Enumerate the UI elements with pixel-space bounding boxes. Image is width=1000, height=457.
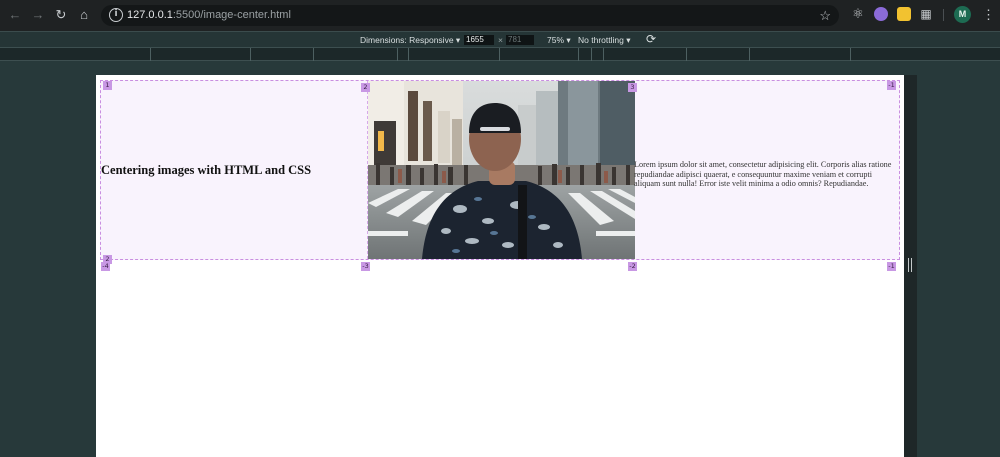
- street-photo: [368, 81, 635, 259]
- dimensions-dropdown[interactable]: Dimensions: Responsive ▾: [360, 34, 460, 46]
- dropdown-caret-icon: ▾: [626, 35, 631, 45]
- media-query-ruler[interactable]: [0, 47, 1000, 61]
- toolbar-divider: [943, 9, 944, 21]
- emulated-viewport: Centering images with HTML and CSS Lorem…: [96, 75, 904, 457]
- dropdown-caret-icon: ▾: [455, 35, 461, 45]
- ruler-tick: [603, 48, 604, 61]
- ruler-tick: [850, 48, 851, 61]
- grid-cell-text: Lorem ipsum dolor sit amet, consectetur …: [634, 81, 900, 259]
- yellow-extension-icon[interactable]: [897, 7, 911, 21]
- react-devtools-extension-icon[interactable]: ⚛: [851, 7, 865, 21]
- ruler-tick: [686, 48, 687, 61]
- dimensions-label: Dimensions: Responsive: [360, 35, 454, 45]
- address-bar[interactable]: i 127.0.0.1:5500/image-center.html ☆: [101, 5, 839, 26]
- site-info-icon[interactable]: i: [109, 8, 123, 22]
- grid-line-label: -1: [887, 81, 896, 90]
- grid-line-label: 3: [628, 83, 637, 92]
- reload-icon[interactable]: ↻: [52, 6, 70, 24]
- grid-line-label: -2: [628, 262, 637, 271]
- ruler-tick: [397, 48, 398, 61]
- home-icon[interactable]: ⌂: [75, 6, 93, 24]
- url-path: :5500/image-center.html: [172, 9, 291, 21]
- grid-cell-heading: Centering images with HTML and CSS: [101, 81, 367, 259]
- profile-avatar[interactable]: M: [954, 6, 971, 23]
- grid-line-label: 1: [103, 81, 112, 90]
- ruler-tick: [150, 48, 151, 61]
- ruler-tick: [749, 48, 750, 61]
- lorem-paragraph: Lorem ipsum dolor sit amet, consectetur …: [634, 160, 892, 189]
- zoom-dropdown[interactable]: 75% ▾: [547, 34, 571, 46]
- bookmark-star-icon[interactable]: ☆: [819, 7, 831, 24]
- dimension-separator: ×: [498, 35, 503, 45]
- dropdown-caret-icon: ▾: [566, 35, 571, 45]
- browser-toolbar: ← → ↻ ⌂ i 127.0.0.1:5500/image-center.ht…: [0, 0, 1000, 31]
- throttling-label: No throttling: [578, 35, 624, 45]
- throttling-dropdown[interactable]: No throttling ▾: [578, 34, 631, 46]
- url-host: 127.0.0.1: [127, 9, 173, 21]
- grid-line-label: -3: [361, 262, 370, 271]
- ruler-tick: [578, 48, 579, 61]
- grid-cell-image: [367, 81, 635, 259]
- street-photo-image: [368, 81, 635, 259]
- grid-line-label: -1: [887, 262, 896, 271]
- resize-handle-icon[interactable]: [908, 258, 912, 272]
- ruler-tick: [408, 48, 409, 61]
- url-text[interactable]: 127.0.0.1:5500/image-center.html: [127, 8, 291, 23]
- zoom-label: 75%: [547, 35, 565, 45]
- ruler-tick: [313, 48, 314, 61]
- ruler-tick: [591, 48, 592, 61]
- viewport-height-input[interactable]: 781: [506, 35, 534, 45]
- grid-line-label: -4: [101, 262, 110, 271]
- device-toolbar: Dimensions: Responsive ▾ 1655 × 781 75% …: [0, 31, 1000, 47]
- forward-arrow-icon[interactable]: →: [29, 6, 47, 24]
- extensions-puzzle-icon[interactable]: ▦: [919, 7, 933, 21]
- purple-extension-icon[interactable]: [874, 7, 888, 21]
- css-grid-container: Centering images with HTML and CSS Lorem…: [100, 80, 900, 271]
- ruler-tick: [250, 48, 251, 61]
- grid-line-label: 2: [361, 83, 370, 92]
- viewport-width-input[interactable]: 1655: [464, 35, 494, 45]
- page-heading: Centering images with HTML and CSS: [101, 163, 312, 177]
- back-arrow-icon[interactable]: ←: [6, 6, 24, 24]
- rotate-device-icon[interactable]: ⟳: [646, 32, 656, 47]
- ruler-tick: [499, 48, 500, 61]
- browser-menu-icon[interactable]: ⋮: [982, 6, 995, 23]
